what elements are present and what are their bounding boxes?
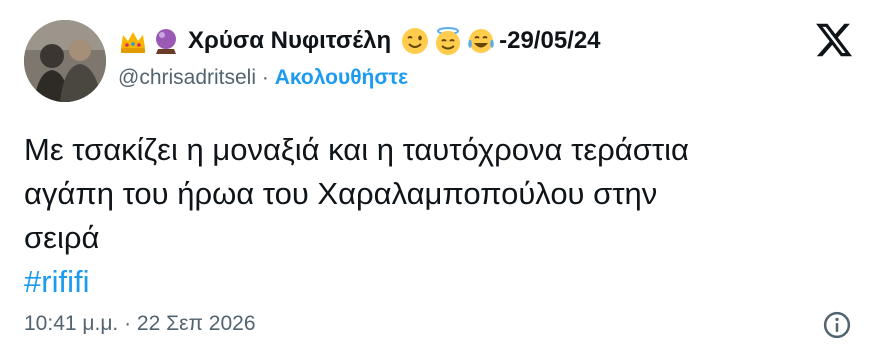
tweet-text-line: σειρά [24,220,100,255]
follow-button[interactable]: Ακολουθήστε [275,66,408,89]
crystal-ball-emoji [156,29,176,54]
author-handle[interactable]: @chrisadritseli [118,66,256,89]
avatar[interactable] [24,20,106,102]
winking-face-emoji [402,28,429,54]
tweet-timestamp[interactable]: 10:41 μ.μ. · 22 Σεπ 2026 [24,312,256,336]
author-display-name: Χρύσα Νυφιτσέλη [188,27,392,54]
author-name-row[interactable]: Χρύσα Νυφιτσέλη -29/05/24 [118,21,601,61]
info-icon[interactable] [822,310,852,340]
crown-emoji [121,32,145,53]
handle-separator: · [261,66,269,89]
tweet-card: Χρύσα Νυφιτσέλη -29/05/24 @chrisadritsel… [0,0,880,352]
author-handle-row: @chrisadritseli · Ακολουθήστε [118,66,408,90]
tweet-text: Με τσακίζει η μοναξιά και η ταυτόχρονα τ… [24,128,854,304]
smiling-face-with-halo-emoji [436,27,461,55]
avatar-photo [24,20,106,102]
tweet-text-line: Με τσακίζει η μοναξιά και η ταυτόχρονα τ… [24,132,689,167]
x-logo-icon[interactable] [812,20,856,60]
author-name-suffix: -29/05/24 [499,27,601,54]
hashtag-link[interactable]: #rififi [24,264,89,299]
tweet-text-line: αγάπη του ήρωα του Χαραλαμποπούλου στην [24,176,658,211]
face-with-tears-of-joy-emoji [468,29,494,53]
